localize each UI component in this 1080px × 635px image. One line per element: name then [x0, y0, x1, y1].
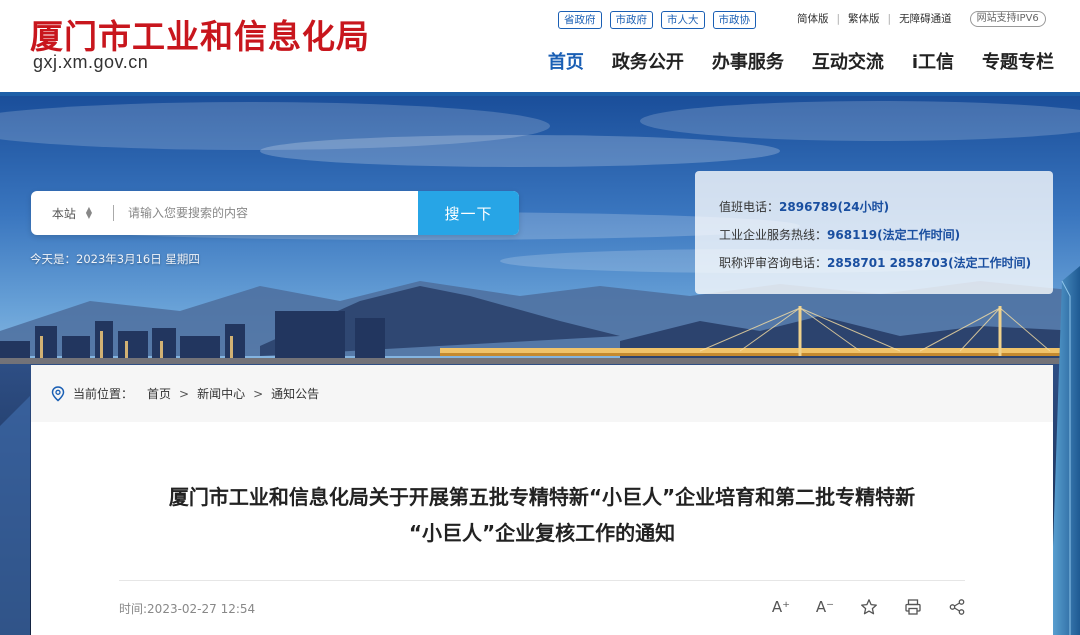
link-traditional[interactable]: 繁体版	[848, 11, 880, 27]
hotline-panel: 值班电话：2896789(24小时) 工业企业服务热线：968119(法定工作时…	[695, 171, 1053, 294]
hotline-label: 值班电话：	[719, 200, 780, 214]
site-header: 厦门市工业和信息化局 gxj.xm.gov.cn 省政府 市政府 市人大 市政协…	[0, 0, 1080, 96]
link-city-gov[interactable]: 市政府	[609, 11, 653, 29]
link-city-cppcc[interactable]: 市政协	[712, 11, 756, 29]
breadcrumb-separator: >	[179, 386, 190, 401]
search-scope-label: 本站	[51, 206, 76, 221]
nav-special-topics[interactable]: 专题专栏	[982, 48, 1054, 74]
font-decrease-button[interactable]: A⁻	[811, 595, 839, 619]
nav-i-gongxin[interactable]: i工信	[912, 48, 954, 74]
link-accessibility[interactable]: 无障碍通道	[899, 11, 952, 27]
gov-links: 省政府 市政府 市人大 市政协	[558, 11, 756, 29]
divider: |	[836, 13, 841, 25]
font-increase-icon: A⁺	[771, 598, 791, 616]
publish-time: 时间:2023-02-27 12:54	[119, 602, 256, 616]
print-button[interactable]	[899, 595, 927, 619]
hotline-number: 2858701 2858703(法定工作时间)	[827, 256, 1032, 270]
breadcrumb-separator: >	[253, 386, 264, 401]
hotline-number: 2896789(24小时)	[779, 200, 890, 214]
nav-home[interactable]: 首页	[548, 48, 584, 74]
hotline-number: 968119(法定工作时间)	[827, 228, 961, 242]
current-date: 今天是：2023年3月16日 星期四	[30, 252, 200, 266]
nav-gov-affairs[interactable]: 政务公开	[612, 48, 684, 74]
star-icon	[861, 599, 877, 615]
link-simplified[interactable]: 简体版	[797, 11, 829, 27]
search-button[interactable]: 搜一下	[418, 191, 519, 235]
article-tools: A⁺ A⁻	[767, 595, 971, 619]
ipv6-badge: 网站支持IPV6	[969, 11, 1046, 27]
location-pin-icon	[51, 385, 65, 401]
font-increase-button[interactable]: A⁺	[767, 595, 795, 619]
divider: |	[887, 13, 892, 25]
hotline-title-review: 职称评审咨询电话：2858701 2858703(法定工作时间)	[719, 249, 1053, 277]
article-title-line: 厦门市工业和信息化局关于开展第五批专精特新“小巨人”企业培育和第二批专精特新	[168, 485, 916, 509]
article-container: 当前位置： 首页 > 新闻中心 > 通知公告 厦门市工业和信息化局关于开展第五批…	[31, 365, 1053, 635]
share-icon	[949, 599, 965, 615]
utility-links: 简体版 | 繁体版 | 无障碍通道 网站支持IPV6	[797, 11, 1046, 27]
main-nav: 首页 政务公开 办事服务 互动交流 i工信 专题专栏	[548, 48, 1054, 74]
hotline-enterprise: 工业企业服务热线：968119(法定工作时间)	[719, 221, 1053, 249]
link-city-congress[interactable]: 市人大	[661, 11, 705, 29]
article-title-line: “小巨人”企业复核工作的通知	[408, 521, 676, 545]
nav-interaction[interactable]: 互动交流	[812, 48, 884, 74]
breadcrumb-notices[interactable]: 通知公告	[271, 385, 319, 402]
font-decrease-icon: A⁻	[815, 598, 835, 616]
article-title: 厦门市工业和信息化局关于开展第五批专精特新“小巨人”企业培育和第二批专精特新 “…	[31, 479, 1053, 551]
breadcrumb-prefix: 当前位置：	[73, 387, 134, 401]
up-down-arrow-icon: ▲ ▼	[85, 205, 93, 220]
search-input[interactable]	[114, 191, 418, 235]
hotline-label: 职称评审咨询电话：	[719, 256, 828, 270]
breadcrumb-news-center[interactable]: 新闻中心	[197, 385, 245, 402]
breadcrumb: 当前位置： 首页 > 新闻中心 > 通知公告	[31, 365, 1053, 422]
search-scope-select[interactable]: 本站 ▲ ▼	[31, 191, 113, 235]
site-title[interactable]: 厦门市工业和信息化局	[30, 10, 370, 58]
hotline-label: 工业企业服务热线：	[719, 228, 828, 242]
printer-icon	[905, 599, 921, 615]
hotline-duty: 值班电话：2896789(24小时)	[719, 193, 1053, 221]
divider	[119, 580, 965, 581]
site-domain: gxj.xm.gov.cn	[33, 52, 149, 72]
search-bar: 本站 ▲▼ 搜一下	[31, 191, 519, 235]
nav-services[interactable]: 办事服务	[712, 48, 784, 74]
share-button[interactable]	[943, 595, 971, 619]
link-province-gov[interactable]: 省政府	[558, 11, 602, 29]
favorite-button[interactable]	[855, 595, 883, 619]
breadcrumb-home[interactable]: 首页	[147, 385, 171, 402]
